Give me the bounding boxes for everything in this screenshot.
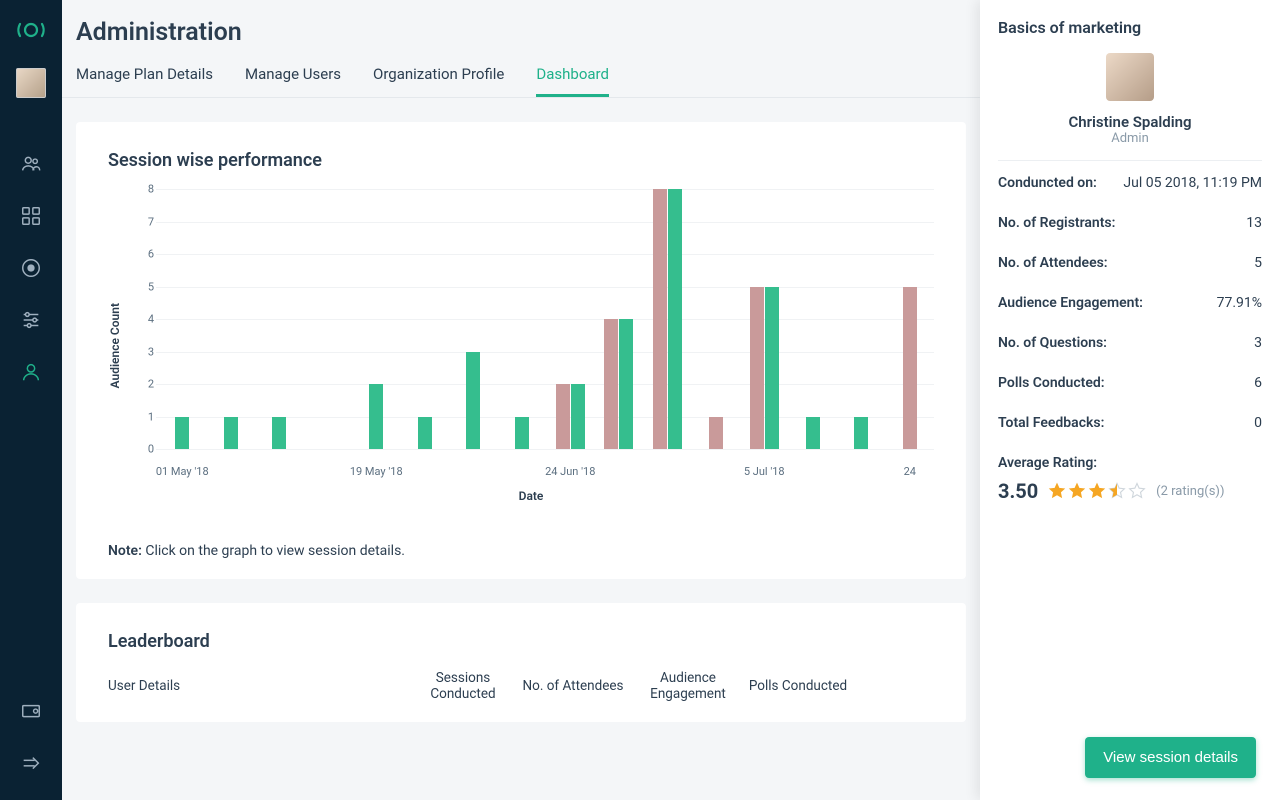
col-user-details: User Details <box>108 678 408 694</box>
user-icon[interactable] <box>20 361 42 383</box>
bar-attendees[interactable] <box>571 384 585 449</box>
bar-attendees[interactable] <box>466 352 480 450</box>
rating-value: 3.50 <box>998 479 1038 503</box>
bar-registrants[interactable] <box>653 189 667 449</box>
stat-value: 5 <box>1254 255 1262 271</box>
bar-attendees[interactable] <box>224 417 238 450</box>
bar-attendees[interactable] <box>369 384 383 449</box>
stat-value: 3 <box>1254 335 1262 351</box>
stat-value: 0 <box>1254 415 1262 431</box>
star-icon <box>1088 482 1106 500</box>
bar-registrants[interactable] <box>709 417 723 450</box>
presenter-avatar <box>1106 53 1154 101</box>
x-axis-label: Date <box>128 489 934 503</box>
bar-attendees[interactable] <box>175 417 189 450</box>
bar-registrants[interactable] <box>750 287 764 450</box>
presenter-name: Christine Spalding <box>998 113 1262 131</box>
view-session-details-button[interactable]: View session details <box>1085 737 1256 778</box>
left-sidebar <box>0 0 62 800</box>
stat-label: Total Feedbacks: <box>998 415 1104 431</box>
bar-registrants[interactable] <box>903 287 917 450</box>
stat-row: Total Feedbacks: 0 <box>998 415 1262 431</box>
stat-label: No. of Questions: <box>998 335 1107 351</box>
presenter-role: Admin <box>998 131 1262 146</box>
y-axis-label: Audience Count <box>108 303 122 388</box>
presenter-profile: Christine Spalding Admin <box>998 53 1262 161</box>
avg-rating-label: Average Rating: <box>998 455 1097 471</box>
presentation-icon[interactable] <box>20 701 42 723</box>
bar-attendees[interactable] <box>418 417 432 450</box>
bar-attendees[interactable] <box>854 417 868 450</box>
bar-registrants[interactable] <box>556 384 570 449</box>
stat-row: No. of Registrants: 13 <box>998 215 1262 231</box>
session-detail-panel: Basics of marketing Christine Spalding A… <box>980 0 1280 800</box>
rating-row: 3.50 (2 rating(s)) <box>998 479 1262 503</box>
stat-label: Polls Conducted: <box>998 375 1105 391</box>
stat-label: Conduncted on: <box>998 175 1097 191</box>
apps-icon[interactable] <box>20 205 42 227</box>
bar-attendees[interactable] <box>668 189 682 449</box>
bar-attendees[interactable] <box>515 417 529 450</box>
stat-row: Polls Conducted: 6 <box>998 375 1262 391</box>
tab-manage-plan[interactable]: Manage Plan Details <box>76 65 213 97</box>
stat-value: Jul 05 2018, 11:19 PM <box>1123 175 1262 191</box>
bar-attendees[interactable] <box>619 319 633 449</box>
stat-label: Audience Engagement: <box>998 295 1143 311</box>
expand-icon[interactable] <box>20 753 42 775</box>
record-icon[interactable] <box>20 257 42 279</box>
bar-registrants[interactable] <box>604 319 618 449</box>
stat-value: 77.91% <box>1217 295 1262 311</box>
star-icon <box>1108 482 1126 500</box>
star-icon <box>1048 482 1066 500</box>
rating-stars <box>1048 482 1146 500</box>
session-chart[interactable]: 01234567801 May '1819 May '1824 Jun '185… <box>128 189 934 479</box>
leaderboard-title: Leaderboard <box>108 631 934 652</box>
session-performance-card: Session wise performance Audience Count … <box>76 122 966 579</box>
leaderboard-header: User Details Sessions Conducted No. of A… <box>108 670 934 702</box>
sliders-icon[interactable] <box>20 309 42 331</box>
tab-manage-users[interactable]: Manage Users <box>245 65 341 97</box>
col-sessions: Sessions Conducted <box>408 670 518 702</box>
leaderboard-card: Leaderboard User Details Sessions Conduc… <box>76 603 966 722</box>
stat-row: Audience Engagement: 77.91% <box>998 295 1262 311</box>
chart-note: Note: Click on the graph to view session… <box>108 543 934 559</box>
stat-row: No. of Attendees: 5 <box>998 255 1262 271</box>
rating-count: (2 rating(s)) <box>1156 484 1224 499</box>
audience-icon[interactable] <box>20 153 42 175</box>
panel-title: Basics of marketing <box>998 18 1262 37</box>
user-avatar[interactable] <box>16 68 46 98</box>
tab-org-profile[interactable]: Organization Profile <box>373 65 504 97</box>
col-polls: Polls Conducted <box>748 678 848 694</box>
star-icon <box>1068 482 1086 500</box>
stat-label: No. of Registrants: <box>998 215 1115 231</box>
session-card-title: Session wise performance <box>108 150 934 171</box>
stat-value: 6 <box>1254 375 1262 391</box>
col-engagement: Audience Engagement <box>628 670 748 702</box>
logo-icon <box>13 12 49 48</box>
stat-row: Conduncted on: Jul 05 2018, 11:19 PM <box>998 175 1262 191</box>
stat-label: No. of Attendees: <box>998 255 1108 271</box>
bar-attendees[interactable] <box>765 287 779 450</box>
col-attendees: No. of Attendees <box>518 678 628 694</box>
bar-attendees[interactable] <box>806 417 820 450</box>
stat-value: 13 <box>1246 215 1262 231</box>
stat-row: No. of Questions: 3 <box>998 335 1262 351</box>
stats-list: Conduncted on: Jul 05 2018, 11:19 PM No. o… <box>998 175 1262 455</box>
star-icon <box>1128 482 1146 500</box>
bar-attendees[interactable] <box>272 417 286 450</box>
tab-dashboard[interactable]: Dashboard <box>536 65 609 97</box>
